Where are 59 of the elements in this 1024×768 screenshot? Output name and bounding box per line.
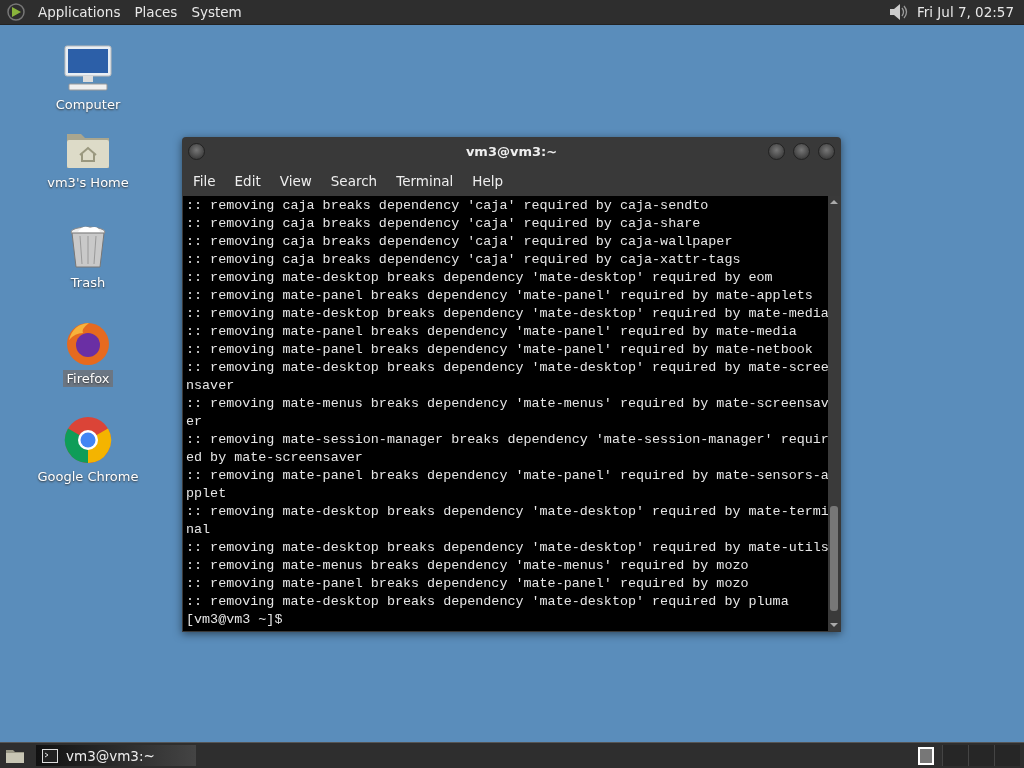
window-title: vm3@vm3:~ [465, 143, 558, 159]
terminal-line: :: removing caja breaks dependency 'caja' required by caja-share [186, 215, 702, 233]
panel-menu[interactable]: System [185, 4, 248, 20]
icon-label[interactable]: Google Chrome [34, 468, 142, 485]
terminal-line: :: removing mate-panel breaks dependency 'mate-panel' required by mate-netbook [186, 341, 814, 359]
workspace-cell[interactable] [994, 745, 1020, 766]
firefox-icon[interactable] [65, 320, 111, 366]
clock[interactable]: Fri Jul 7, 02:57 [910, 4, 1018, 20]
panel-menu[interactable]: Places [128, 4, 184, 20]
terminal-line: :: removing mate-panel breaks dependency 'mate-panel' required by mate-applets [186, 287, 814, 305]
terminal-line: :: removing caja breaks dependency 'caja' required by caja-wallpaper [186, 233, 734, 251]
terminal-line: nsaver [186, 377, 236, 395]
menu-item[interactable]: Terminal [389, 172, 461, 189]
workspace-switcher[interactable] [918, 746, 934, 765]
workspace-cell[interactable] [968, 745, 994, 766]
terminal-line: er [186, 413, 204, 431]
terminal-line: pplet [186, 485, 228, 503]
computer-icon[interactable] [63, 44, 113, 92]
icon-label[interactable]: Computer [52, 96, 124, 113]
terminal-line: :: removing mate-panel breaks dependency 'mate-panel' required by mate-sensors-a [186, 467, 828, 485]
menu-item[interactable]: View [272, 172, 319, 189]
panel-menu[interactable]: Applications [32, 4, 127, 20]
terminal-line: :: removing mate-desktop breaks dependency 'mate-desktop' required by eom [186, 269, 774, 287]
menu-logo-icon[interactable] [6, 2, 26, 22]
terminal-line: nal [186, 521, 212, 539]
terminal-line: :: removing mate-desktop breaks dependency 'mate-desktop' required by mate-termi [186, 503, 828, 521]
window-menu-button[interactable] [188, 142, 205, 160]
maximize-button[interactable] [793, 142, 810, 160]
menu-item[interactable]: File [186, 172, 223, 189]
menu-item[interactable]: Search [323, 172, 385, 189]
icon-label[interactable]: vm3's Home [44, 174, 132, 191]
taskbar-button[interactable]: vm3@vm3:~ [36, 745, 196, 766]
scrollbar[interactable] [828, 196, 840, 631]
terminal-line: :: removing mate-desktop breaks dependency 'mate-desktop' required by pluma [186, 593, 790, 611]
terminal-icon [42, 748, 58, 763]
trash-icon[interactable] [68, 224, 108, 270]
menu-item[interactable]: Help [465, 172, 511, 189]
terminal-line: :: removing mate-panel breaks dependency 'mate-panel' required by mate-media [186, 323, 798, 341]
minimize-button[interactable] [768, 142, 785, 160]
terminal-line: :: removing mate-menus breaks dependency 'mate-menus' required by mozo [186, 557, 750, 575]
terminal-line: :: removing caja breaks dependency 'caja' required by caja-xattr-tags [186, 251, 742, 269]
icon-label[interactable]: Trash [67, 274, 109, 291]
terminal-line: ed by mate-screensaver [186, 449, 364, 467]
menu-item[interactable]: Edit [227, 172, 268, 189]
scroll-up-icon[interactable] [829, 198, 839, 206]
terminal-line: :: removing mate-desktop breaks dependency 'mate-desktop' required by mate-utils [186, 539, 828, 557]
scrollbar-thumb[interactable] [830, 506, 838, 611]
workspace-cell[interactable] [942, 745, 968, 766]
chrome-icon[interactable] [64, 416, 112, 464]
scroll-down-icon[interactable] [829, 621, 839, 629]
terminal-line: :: removing mate-session-manager breaks dependency 'mate-session-manager' requir [186, 431, 828, 449]
terminal-line: :: removing mate-desktop breaks dependency 'mate-desktop' required by mate-scree [186, 359, 828, 377]
terminal-line: :: removing mate-panel breaks dependency 'mate-panel' required by mozo [186, 575, 750, 593]
icon-label[interactable]: Firefox [63, 370, 113, 387]
terminal-line: :: removing mate-menus breaks dependency 'mate-menus' required by mate-screensav [186, 395, 828, 413]
terminal-line: :: removing mate-desktop breaks dependency 'mate-desktop' required by mate-media [186, 305, 828, 323]
terminal-line: [vm3@vm3 ~]$ [186, 611, 284, 629]
close-button[interactable] [818, 142, 835, 160]
terminal-line: :: removing caja breaks dependency 'caja' required by caja-sendto [186, 197, 710, 215]
